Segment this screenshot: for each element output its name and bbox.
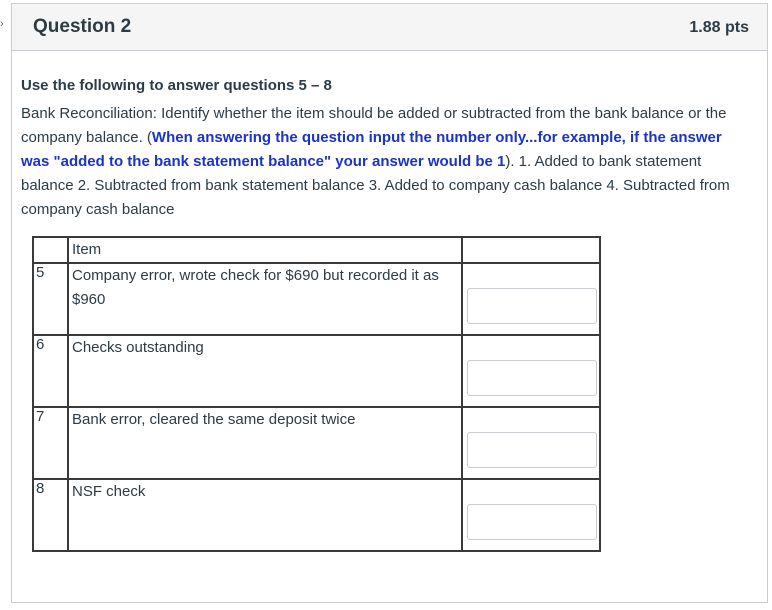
table-header-row: Item <box>32 236 601 264</box>
row-item: Company error, wrote check for $690 but … <box>67 262 463 336</box>
row-number: 7 <box>32 406 69 480</box>
row-item: Checks outstanding <box>67 334 463 408</box>
table-row: 6 Checks outstanding <box>32 334 601 408</box>
answer-input-7[interactable] <box>467 432 597 468</box>
question-header: Question 2 1.88 pts <box>12 4 767 51</box>
question-body: Use the following to answer questions 5 … <box>21 74 736 222</box>
collapse-arrow-icon: › <box>0 18 4 30</box>
table-row: 7 Bank error, cleared the same deposit t… <box>32 406 601 480</box>
answer-input-5[interactable] <box>467 288 597 324</box>
row-number: 6 <box>32 334 69 408</box>
header-num-cell <box>32 236 69 264</box>
question-lead: Use the following to answer questions 5 … <box>21 77 332 94</box>
reconciliation-table: Item 5 Company error, wrote check for $6… <box>32 236 601 552</box>
header-item-cell: Item <box>67 236 463 264</box>
row-answer-cell <box>461 478 601 552</box>
answer-input-6[interactable] <box>467 360 597 396</box>
question-points: 1.88 pts <box>689 19 749 36</box>
question-title: Question 2 <box>33 16 132 37</box>
row-item: NSF check <box>67 478 463 552</box>
row-answer-cell <box>461 334 601 408</box>
answer-input-8[interactable] <box>467 504 597 540</box>
row-answer-cell <box>461 262 601 336</box>
row-item: Bank error, cleared the same deposit twi… <box>67 406 463 480</box>
header-answer-cell <box>461 236 601 264</box>
table-row: 8 NSF check <box>32 478 601 552</box>
question-instructions: Bank Reconciliation: Identify whether th… <box>21 102 736 222</box>
table-row: 5 Company error, wrote check for $690 bu… <box>32 262 601 336</box>
row-answer-cell <box>461 406 601 480</box>
row-number: 5 <box>32 262 69 336</box>
row-number: 8 <box>32 478 69 552</box>
